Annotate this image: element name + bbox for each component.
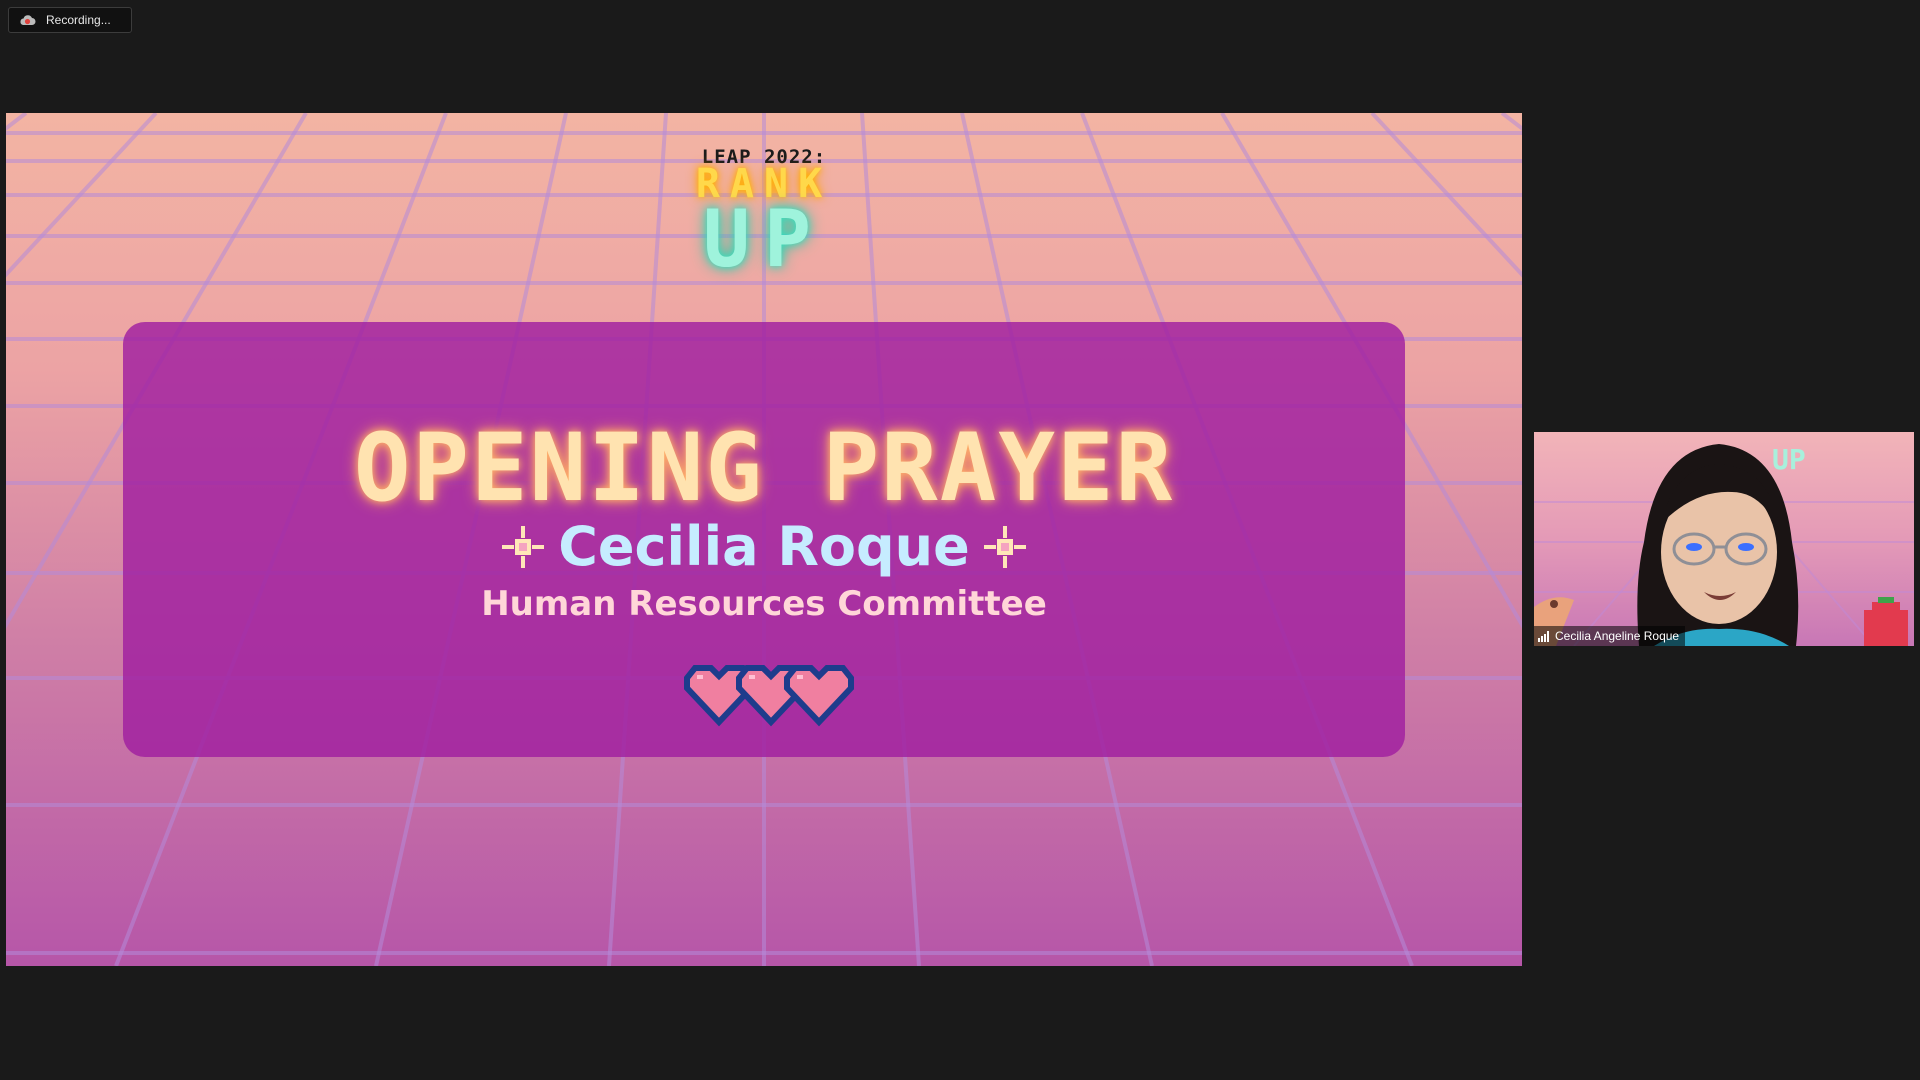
signal-bars-icon [1538,630,1549,642]
committee-name: Human Resources Committee [481,584,1047,624]
slide-title: OPENING PRAYER [353,414,1175,523]
sparkle-icon [502,525,545,568]
shared-screen: LEAP 2022: RANK UP OPENING PRAYER Cecili… [6,113,1522,966]
participant-name: Cecilia Angeline Roque [1555,629,1680,643]
participant-video: UP [1534,443,1914,646]
sparkle-icon [983,525,1026,568]
presenter-line: Cecilia Roque [123,515,1405,578]
participant-name-label: Cecilia Angeline Roque [1534,626,1686,646]
recording-indicator[interactable]: Recording... [8,7,132,33]
title-card: OPENING PRAYER Cecilia Roque Human Resou… [123,322,1405,757]
presenter-name: Cecilia Roque [558,515,970,578]
recording-cloud-icon [20,15,36,25]
svg-text:UP: UP [1772,443,1806,476]
participant-video-tile[interactable]: UP Cecilia Angeline Roque [1534,432,1914,646]
pixel-hearts-icon [684,665,854,727]
recording-label: Recording... [46,13,111,27]
logo-up: UP [703,195,825,285]
